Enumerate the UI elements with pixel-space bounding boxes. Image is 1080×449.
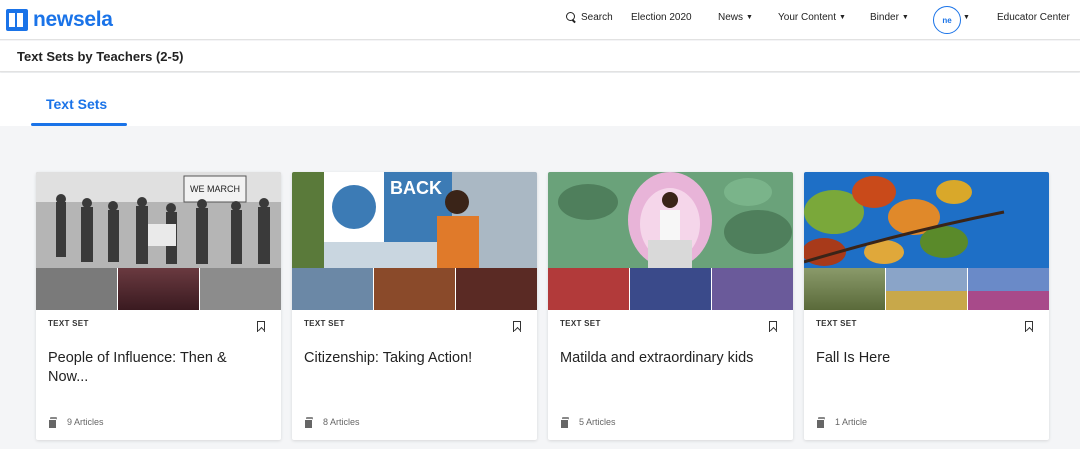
avatar[interactable]: ne bbox=[933, 6, 961, 34]
card-type-label: TEXT SET bbox=[48, 319, 89, 328]
thumbnail-image bbox=[118, 268, 200, 310]
card-thumbnails bbox=[548, 268, 793, 310]
newsela-logo[interactable]: newsela bbox=[6, 7, 113, 33]
active-tab-indicator bbox=[31, 123, 127, 126]
thumbnail-image bbox=[548, 268, 630, 310]
articles-icon bbox=[304, 417, 313, 429]
text-set-card[interactable]: TEXT SET Matilda and extraordinary kids … bbox=[548, 172, 793, 440]
articles-icon bbox=[560, 417, 569, 429]
nav-news-label: News bbox=[718, 12, 744, 23]
card-type-label: TEXT SET bbox=[816, 319, 857, 328]
thumbnail-image bbox=[804, 268, 886, 310]
bookmark-icon[interactable] bbox=[769, 321, 777, 332]
card-thumbnails bbox=[292, 268, 537, 310]
card-thumbnails bbox=[804, 268, 1049, 310]
thumbnail-image bbox=[968, 268, 1049, 310]
search-icon bbox=[566, 12, 577, 23]
card-thumbnails bbox=[36, 268, 281, 310]
card-meta: 9 Articles bbox=[48, 417, 104, 429]
page-title: Text Sets by Teachers (2-5) bbox=[17, 49, 184, 64]
nav-binder-label: Binder bbox=[870, 12, 899, 23]
nav-your-content-label: Your Content bbox=[778, 12, 837, 23]
card-title[interactable]: Fall Is Here bbox=[816, 349, 1036, 368]
tab-label: Text Sets bbox=[46, 96, 108, 112]
articles-icon bbox=[816, 417, 825, 429]
card-type-label: TEXT SET bbox=[560, 319, 601, 328]
articles-icon bbox=[48, 417, 57, 429]
nav-educator-center[interactable]: Educator Center bbox=[997, 12, 1070, 23]
bookmark-icon[interactable] bbox=[257, 321, 265, 332]
card-hero-image bbox=[548, 172, 793, 268]
chevron-down-icon[interactable]: ▼ bbox=[963, 14, 970, 21]
nav-your-content[interactable]: Your Content ▼ bbox=[778, 12, 846, 23]
text-set-card[interactable]: WE MARCH TEXT SET People of Influence: T… bbox=[36, 172, 281, 440]
logo-text: newsela bbox=[33, 8, 113, 31]
card-title[interactable]: People of Influence: Then & Now... bbox=[48, 349, 268, 387]
top-navigation: newsela Search Election 2020 News ▼ Your… bbox=[0, 0, 1080, 40]
nav-news[interactable]: News ▼ bbox=[718, 12, 753, 23]
thumbnail-image bbox=[200, 268, 281, 310]
tab-bar: Text Sets bbox=[0, 73, 1080, 126]
nav-educator-center-label: Educator Center bbox=[997, 12, 1070, 23]
chevron-down-icon: ▼ bbox=[839, 14, 846, 21]
thumbnail-image bbox=[886, 268, 968, 310]
svg-text:BACK: BACK bbox=[390, 178, 442, 198]
card-meta: 1 Article bbox=[816, 417, 868, 429]
article-count: 8 Articles bbox=[323, 417, 360, 427]
card-type-label: TEXT SET bbox=[304, 319, 345, 328]
card-hero-image: BACK bbox=[292, 172, 537, 268]
svg-text:WE MARCH: WE MARCH bbox=[190, 184, 240, 194]
bookmark-icon[interactable] bbox=[513, 321, 521, 332]
card-hero-image bbox=[804, 172, 1049, 268]
thumbnail-image bbox=[292, 268, 374, 310]
nav-binder[interactable]: Binder ▼ bbox=[870, 12, 909, 23]
bookmark-icon[interactable] bbox=[1025, 321, 1033, 332]
thumbnail-image bbox=[374, 268, 456, 310]
card-meta: 5 Articles bbox=[560, 417, 616, 429]
chevron-down-icon: ▼ bbox=[901, 14, 909, 21]
thumbnail-image bbox=[712, 268, 793, 310]
article-count: 5 Articles bbox=[579, 417, 616, 427]
thumbnail-image bbox=[456, 268, 537, 310]
page-title-bar: Text Sets by Teachers (2-5) bbox=[0, 41, 1080, 72]
article-count: 1 Article bbox=[835, 417, 868, 427]
tab-text-sets[interactable]: Text Sets bbox=[31, 73, 127, 126]
article-count: 9 Articles bbox=[67, 417, 104, 427]
chevron-down-icon: ▼ bbox=[746, 14, 753, 21]
thumbnail-image bbox=[630, 268, 712, 310]
card-title[interactable]: Matilda and extraordinary kids bbox=[560, 349, 780, 368]
nav-election-2020[interactable]: Election 2020 bbox=[631, 12, 692, 23]
nav-search[interactable]: Search bbox=[566, 12, 613, 23]
thumbnail-image bbox=[36, 268, 118, 310]
nav-search-label: Search bbox=[581, 12, 613, 23]
card-title[interactable]: Citizenship: Taking Action! bbox=[304, 349, 524, 368]
card-hero-image: WE MARCH bbox=[36, 172, 281, 268]
newsela-logo-icon bbox=[6, 9, 28, 31]
text-set-card[interactable]: TEXT SET Fall Is Here 1 Article bbox=[804, 172, 1049, 440]
nav-election-label: Election 2020 bbox=[631, 12, 692, 23]
text-set-card[interactable]: BACK TEXT SET Citizenship: Taking Action… bbox=[292, 172, 537, 440]
card-meta: 8 Articles bbox=[304, 417, 360, 429]
